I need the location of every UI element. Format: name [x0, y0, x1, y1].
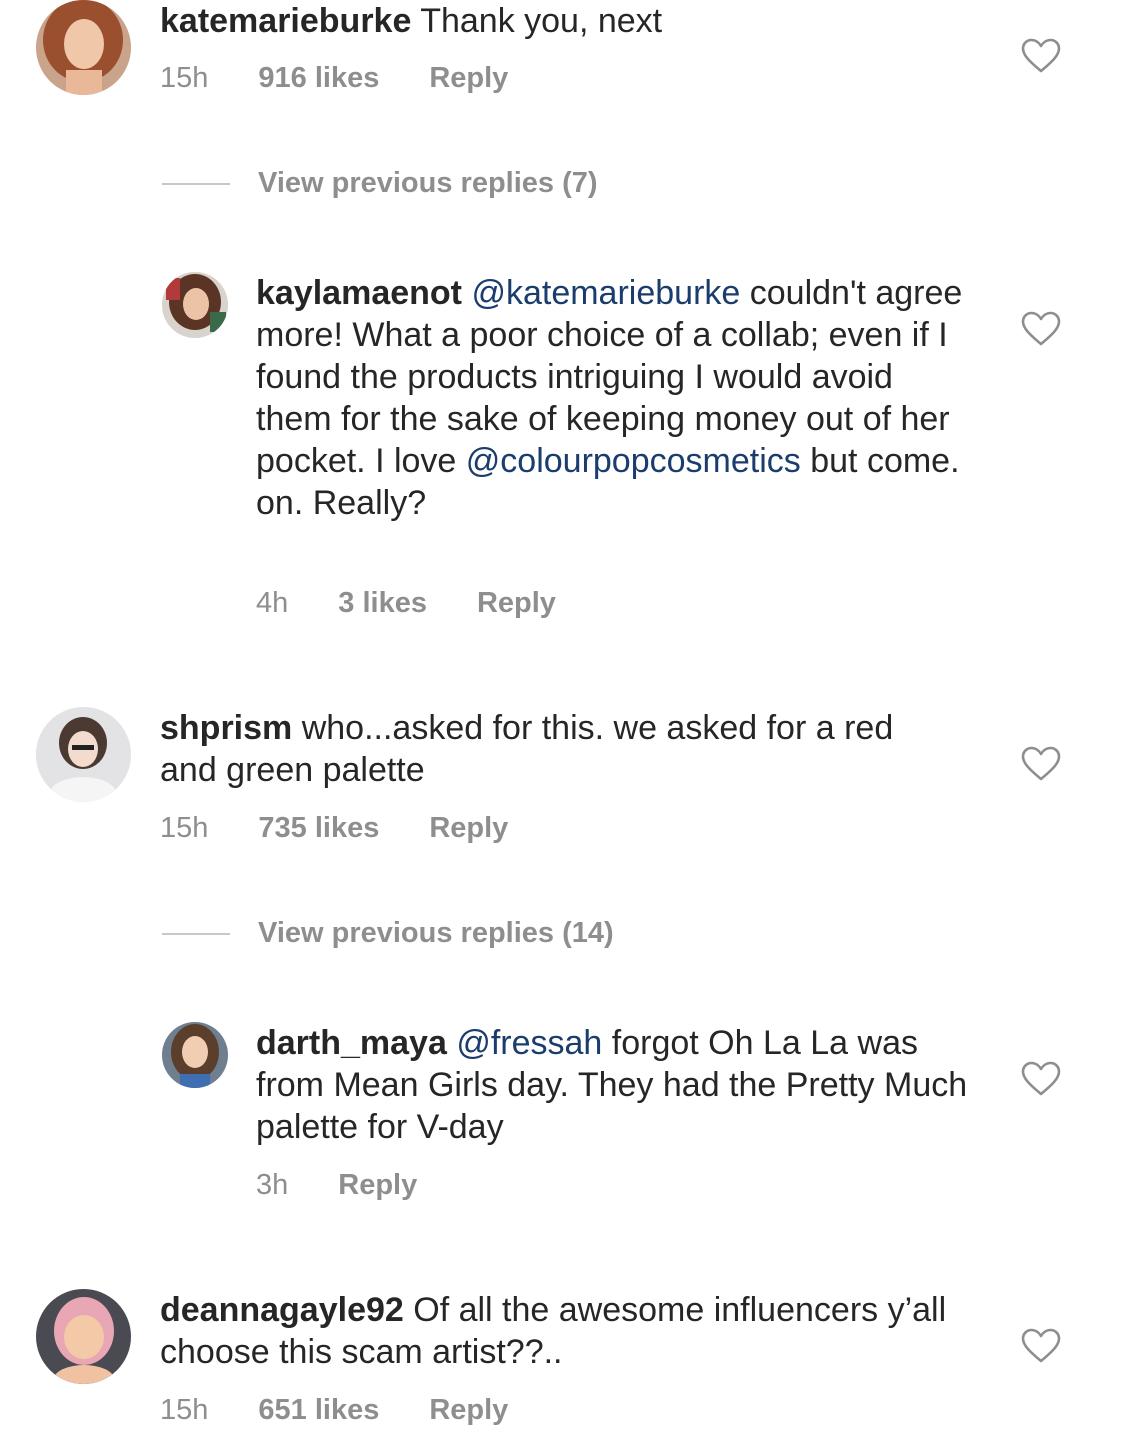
- view-previous-replies-button[interactable]: View previous replies (7): [162, 167, 598, 200]
- avatar[interactable]: [162, 1022, 228, 1088]
- view-replies-label: View previous replies (14): [258, 917, 614, 949]
- comment-text: katemarieburke Thank you, next: [160, 2, 663, 40]
- mention-link[interactable]: @colourpopcosmetics: [466, 442, 801, 480]
- comment-time: 15h: [160, 62, 209, 94]
- comment-meta: 15h 651 likes Reply: [160, 1394, 558, 1427]
- avatar[interactable]: [36, 707, 131, 802]
- comment-username[interactable]: shprism: [160, 709, 292, 747]
- comment-meta: 15h 735 likes Reply: [160, 812, 558, 845]
- comment-text: shprism who...asked for this. we asked f…: [160, 709, 894, 789]
- comment-time: 15h: [160, 1394, 209, 1426]
- mention-link[interactable]: @katemarieburke: [471, 274, 740, 312]
- avatar[interactable]: [36, 0, 131, 95]
- comment-text: kaylamaenot @katemarieburke couldn't agr…: [256, 274, 963, 522]
- comment-time: 4h: [256, 587, 289, 619]
- reply-button[interactable]: Reply: [429, 1394, 508, 1427]
- heart-outline-icon[interactable]: [1021, 1328, 1061, 1364]
- view-previous-replies-button[interactable]: View previous replies (14): [162, 917, 614, 950]
- divider: [162, 182, 230, 185]
- comment-username[interactable]: darth_maya: [256, 1024, 447, 1062]
- comment-username[interactable]: katemarieburke: [160, 2, 411, 40]
- comment-meta: 15h 916 likes Reply: [160, 62, 558, 95]
- heart-outline-icon[interactable]: [1021, 38, 1061, 74]
- reply-button[interactable]: Reply: [477, 587, 556, 620]
- heart-outline-icon[interactable]: [1021, 1061, 1061, 1097]
- heart-outline-icon[interactable]: [1021, 746, 1061, 782]
- reply-button[interactable]: Reply: [429, 62, 508, 95]
- avatar[interactable]: [162, 272, 228, 338]
- comment-text: deannagayle92 Of all the awesome influen…: [160, 1291, 947, 1371]
- comment-meta: 3h Reply: [256, 1169, 467, 1202]
- mention-link[interactable]: @fressah: [456, 1024, 602, 1062]
- comment-time: 3h: [256, 1169, 289, 1201]
- likes-count[interactable]: 735 likes: [258, 812, 379, 845]
- comment-meta: 4h 3 likes Reply: [256, 587, 606, 620]
- comment-time: 15h: [160, 812, 209, 844]
- likes-count[interactable]: 3 likes: [338, 587, 427, 620]
- avatar[interactable]: [36, 1289, 131, 1384]
- comment-text: darth_maya @fressah forgot Oh La La was …: [256, 1024, 968, 1146]
- divider: [162, 932, 230, 935]
- comment-username[interactable]: kaylamaenot: [256, 274, 462, 312]
- comment-username[interactable]: deannagayle92: [160, 1291, 404, 1329]
- view-replies-label: View previous replies (7): [258, 167, 598, 199]
- likes-count[interactable]: 916 likes: [258, 62, 379, 95]
- reply-button[interactable]: Reply: [338, 1169, 417, 1202]
- reply-button[interactable]: Reply: [429, 812, 508, 845]
- likes-count[interactable]: 651 likes: [258, 1394, 379, 1427]
- heart-outline-icon[interactable]: [1021, 311, 1061, 347]
